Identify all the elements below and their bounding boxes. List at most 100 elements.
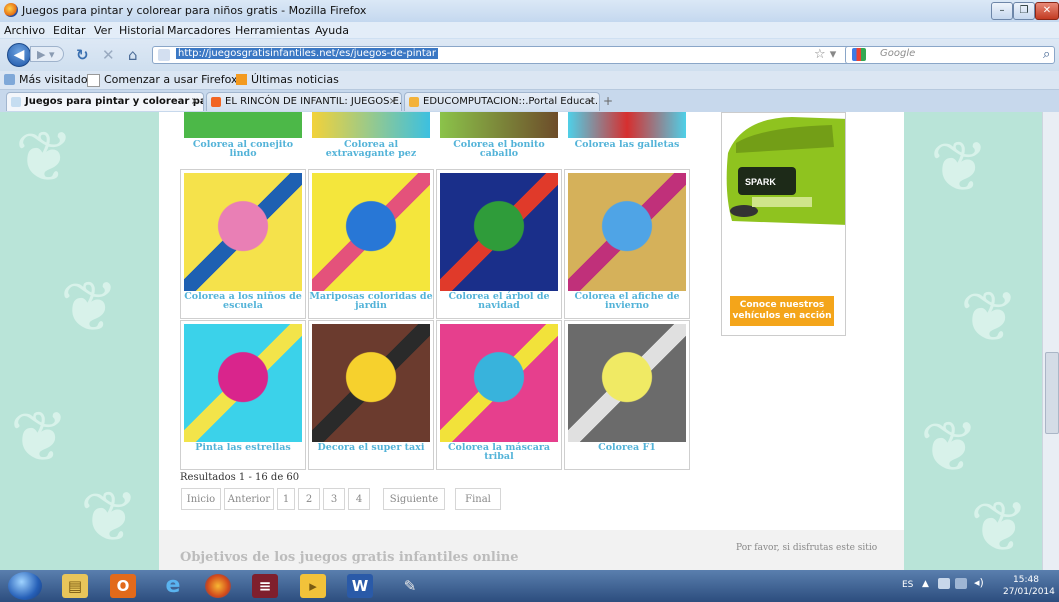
pagination-page-3[interactable]: 3 (323, 488, 345, 510)
action-center-icon[interactable] (955, 578, 967, 589)
volume-icon[interactable]: ◂) (974, 576, 984, 589)
new-tab-button[interactable]: + (603, 94, 613, 108)
folder-icon[interactable]: ▸ (300, 574, 326, 598)
search-icon[interactable]: ⌕ (1043, 47, 1050, 62)
bookmark-star-icon[interactable]: ☆ ▾ (814, 47, 836, 62)
footer-heading: Objetivos de los juegos gratis infantile… (180, 550, 519, 565)
game-thumbnail[interactable] (568, 324, 686, 442)
game-card-top[interactable]: Colorea el bonito caballo (437, 112, 563, 158)
tab-rincon-infantil[interactable]: EL RINCÓN DE INFANTIL: JUEGOS E... × (206, 92, 402, 111)
game-thumbnail[interactable] (184, 173, 302, 291)
game-card[interactable]: Colorea el árbol de navidad (436, 169, 562, 319)
explorer-icon[interactable]: ▤ (62, 574, 88, 598)
game-card[interactable]: Decora el super taxi (308, 320, 434, 470)
scrollbar-thumb[interactable] (1045, 352, 1059, 434)
pagination-page-4[interactable]: 4 (348, 488, 370, 510)
game-thumbnail[interactable] (440, 324, 558, 442)
bookmark-mas-visitados[interactable]: Más visitados (19, 73, 93, 86)
tab-favicon (11, 97, 21, 107)
game-thumbnail[interactable] (568, 173, 686, 291)
language-indicator[interactable]: ES (902, 580, 913, 590)
outlook-icon[interactable]: O (110, 574, 136, 598)
menu-herramientas[interactable]: Herramientas (235, 24, 310, 37)
most-visited-icon (4, 74, 15, 85)
game-thumbnail[interactable] (568, 112, 686, 138)
close-button[interactable]: ✕ (1035, 2, 1059, 20)
site-identity-icon[interactable] (158, 49, 170, 61)
tab-juegos[interactable]: Juegos para pintar y colorear para... × (6, 92, 204, 111)
menu-marcadores[interactable]: Marcadores (167, 24, 231, 37)
tab-close-icon[interactable]: × (587, 93, 595, 111)
menu-editar[interactable]: Editar (53, 24, 86, 37)
game-thumbnail[interactable] (440, 173, 558, 291)
game-card[interactable]: Mariposas coloridas de jardin (308, 169, 434, 319)
clock-time[interactable]: 15:48 (1013, 575, 1039, 585)
game-thumbnail[interactable] (184, 324, 302, 442)
pagination-first[interactable]: Inicio (181, 488, 221, 510)
game-label[interactable]: Decora el super taxi (309, 443, 433, 453)
game-card[interactable]: Colorea el afiche de invierno (564, 169, 690, 319)
game-card-top[interactable]: Colorea las galletas (565, 112, 691, 152)
stop-icon[interactable]: ✕ (102, 46, 115, 64)
firefox-taskbar-icon[interactable] (205, 574, 231, 598)
start-button[interactable] (8, 572, 42, 600)
game-label[interactable]: Colorea el árbol de navidad (437, 292, 561, 311)
url-text[interactable]: http://juegosgratisinfantiles.net/es/jue… (176, 48, 438, 59)
game-label[interactable]: Colorea a los niños de escuela (181, 292, 305, 311)
windows-taskbar (0, 570, 1059, 602)
game-card[interactable]: Pinta las estrellas (180, 320, 306, 470)
clock-date[interactable]: 27/01/2014 (1003, 587, 1055, 597)
game-card[interactable]: Colorea a los niños de escuela (180, 169, 306, 319)
game-label[interactable]: Colorea F1 (565, 443, 689, 453)
google-icon[interactable] (852, 48, 866, 61)
game-card[interactable]: Colorea la máscara tribal (436, 320, 562, 470)
bookmark-ultimas-noticias[interactable]: Últimas noticias (251, 73, 339, 86)
forward-button[interactable]: ▶ ▾ (30, 46, 64, 62)
menu-historial[interactable]: Historial (119, 24, 164, 37)
tab-close-icon[interactable]: × (389, 93, 397, 111)
game-label[interactable]: Colorea al conejito lindo (180, 140, 306, 159)
page-scrollbar[interactable] (1042, 112, 1059, 570)
internet-explorer-icon[interactable]: e (160, 574, 186, 598)
menu-ayuda[interactable]: Ayuda (315, 24, 349, 37)
back-button[interactable]: ◀ (7, 43, 31, 67)
game-label[interactable]: Colorea al extravagante pez (308, 140, 434, 159)
network-icon[interactable] (938, 578, 950, 589)
game-label[interactable]: Mariposas coloridas de jardin (309, 292, 433, 311)
search-input[interactable]: Google (880, 48, 915, 59)
game-card-top[interactable]: Colorea al conejito lindo (181, 112, 307, 158)
butterfly-decoration-icon: ❦ (60, 266, 119, 348)
reload-icon[interactable]: ↻ (76, 46, 89, 64)
game-label[interactable]: Colorea el afiche de invierno (565, 292, 689, 311)
game-label[interactable]: Pinta las estrellas (181, 443, 305, 453)
winrar-icon[interactable]: ≡ (252, 574, 278, 598)
tab-educomputacion[interactable]: EDUCOMPUTACION::.Portal Educat... × (404, 92, 600, 111)
game-thumbnail[interactable] (312, 112, 430, 138)
pagination-previous[interactable]: Anterior (224, 488, 274, 510)
game-thumbnail[interactable] (184, 112, 302, 138)
menu-ver[interactable]: Ver (94, 24, 112, 37)
search-bar[interactable] (845, 46, 1055, 64)
game-thumbnail[interactable] (312, 324, 430, 442)
game-label[interactable]: Colorea el bonito caballo (436, 140, 562, 159)
menu-archivo[interactable]: Archivo (4, 24, 45, 37)
paint-icon[interactable]: ✎ (397, 574, 423, 598)
word-icon[interactable]: W (347, 574, 373, 598)
minimize-button[interactable]: – (991, 2, 1013, 20)
pagination-last[interactable]: Final (455, 488, 501, 510)
pagination-next[interactable]: Siguiente (383, 488, 445, 510)
game-label[interactable]: Colorea las galletas (564, 140, 690, 150)
game-label[interactable]: Colorea la máscara tribal (437, 443, 561, 462)
maximize-button[interactable]: ❐ (1013, 2, 1035, 20)
bookmark-comenzar[interactable]: Comenzar a usar Firefox (104, 73, 238, 86)
game-card-top[interactable]: Colorea al extravagante pez (309, 112, 435, 164)
game-thumbnail[interactable] (440, 112, 558, 138)
pagination-page-1[interactable]: 1 (277, 488, 295, 510)
tab-close-icon[interactable]: × (191, 93, 199, 111)
pagination-page-2[interactable]: 2 (298, 488, 320, 510)
home-icon[interactable]: ⌂ (128, 46, 138, 64)
game-thumbnail[interactable] (312, 173, 430, 291)
game-card[interactable]: Colorea F1 (564, 320, 690, 470)
ad-cta-button[interactable]: Conoce nuestros vehículos en acción (730, 296, 834, 326)
tray-arrow-icon[interactable]: ▲ (922, 579, 929, 589)
